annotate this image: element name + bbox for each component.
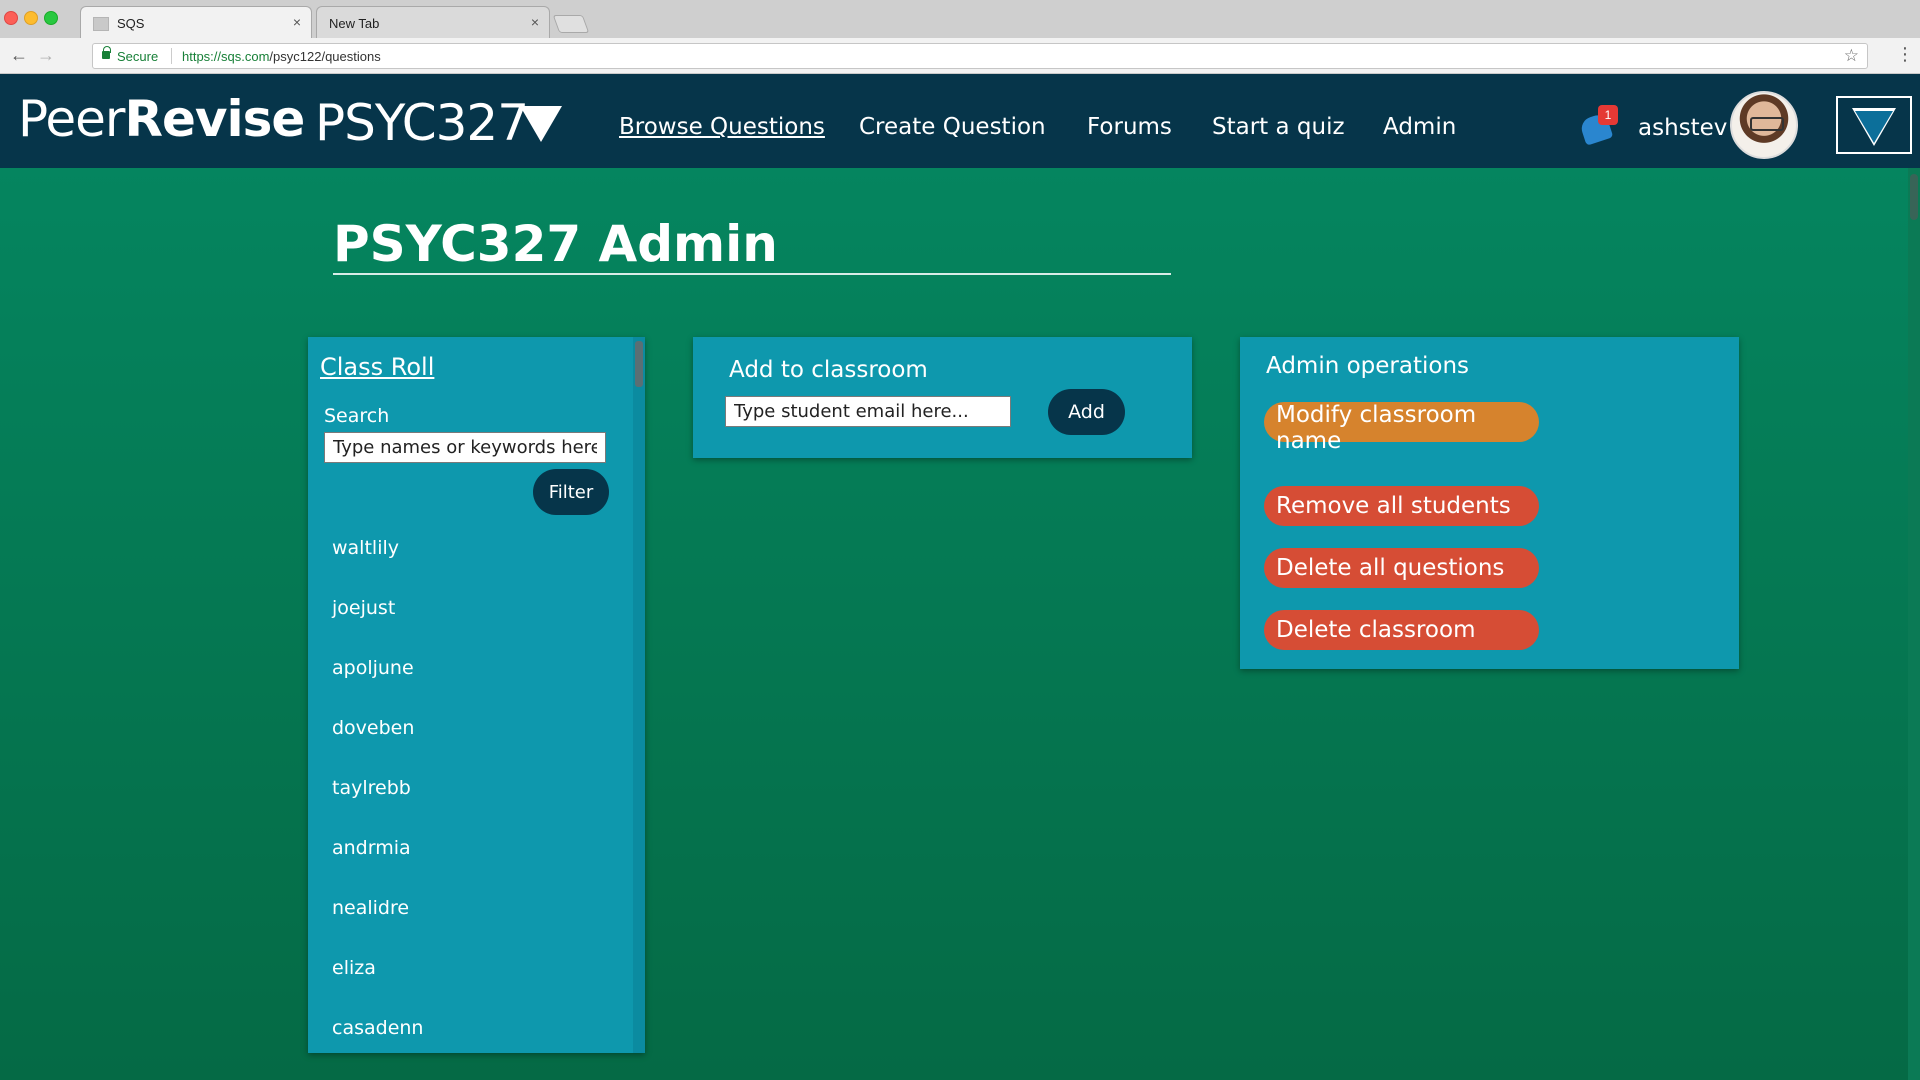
nav-forums[interactable]: Forums (1087, 114, 1172, 140)
url-path: /psyc122/questions (269, 49, 381, 64)
student-item[interactable]: taylrebb (332, 777, 423, 837)
search-input[interactable] (324, 432, 606, 463)
username[interactable]: ashstev (1638, 115, 1727, 141)
student-item[interactable]: eliza (332, 957, 423, 1017)
class-roll-panel: Class Roll Search Filter waltlily joejus… (308, 337, 645, 1053)
course-dropdown-caret-icon[interactable] (520, 106, 562, 142)
delete-all-questions-button[interactable]: Delete all questions (1264, 548, 1539, 588)
course-selector[interactable]: PSYC327 (315, 94, 529, 152)
lock-icon (102, 46, 111, 59)
tab-close-icon[interactable]: × (531, 14, 539, 30)
tab-close-icon[interactable]: × (293, 14, 301, 30)
app-header: PeerRevise PSYC327 Browse Questions Crea… (0, 74, 1920, 168)
brand-logo[interactable]: PeerRevise (18, 90, 305, 148)
student-item[interactable]: apoljune (332, 657, 423, 717)
close-window-button[interactable] (4, 11, 18, 25)
student-item[interactable]: nealidre (332, 897, 423, 957)
title-underline (333, 273, 1171, 275)
browser-toolbar: ← → Secure https://sqs.com/psyc122/quest… (0, 38, 1920, 74)
zoom-window-button[interactable] (44, 11, 58, 25)
forward-arrow-icon[interactable]: → (37, 46, 55, 64)
tab-new-tab[interactable]: New Tab × (316, 6, 550, 38)
brand-part-1: Peer (18, 90, 125, 148)
student-item[interactable]: casadenn (332, 1017, 423, 1053)
new-tab-button[interactable] (552, 15, 590, 33)
secure-label: Secure (117, 49, 159, 64)
browser-chrome: SQS × New Tab × ← → Secure https://sqs.c… (0, 0, 1920, 74)
class-roll-title[interactable]: Class Roll (320, 353, 434, 381)
bookmark-star-icon[interactable]: ☆ (1844, 46, 1859, 66)
modify-classroom-name-button[interactable]: Modify classroom name (1264, 402, 1539, 454)
page-favicon-icon (93, 17, 109, 31)
add-to-classroom-title: Add to classroom (729, 357, 928, 383)
nav-create-question[interactable]: Create Question (859, 114, 1046, 140)
nav-start-quiz[interactable]: Start a quiz (1212, 114, 1345, 140)
admin-operations-panel: Admin operations Modify classroom name R… (1240, 337, 1739, 669)
main-menu-button[interactable] (1836, 96, 1912, 154)
avatar[interactable] (1730, 91, 1798, 159)
add-student-button[interactable]: Add (1048, 389, 1125, 435)
url-divider (171, 48, 172, 64)
search-label: Search (324, 405, 390, 427)
add-to-classroom-panel: Add to classroom Add (693, 337, 1192, 458)
student-item[interactable]: joejust (332, 597, 423, 657)
address-bar[interactable]: Secure https://sqs.com/psyc122/questions… (92, 43, 1868, 69)
nav-browse-questions[interactable]: Browse Questions (619, 114, 825, 140)
notification-badge: 1 (1598, 105, 1618, 125)
tab-strip: SQS × New Tab × (0, 0, 1920, 38)
page-scrollbar[interactable] (1908, 168, 1920, 1080)
remove-all-students-button[interactable]: Remove all students (1264, 486, 1539, 526)
nav-admin[interactable]: Admin (1383, 114, 1456, 140)
filter-button[interactable]: Filter (533, 469, 609, 515)
student-email-input[interactable] (725, 396, 1011, 427)
url-host: https://sqs.com (182, 49, 270, 64)
admin-operations-title: Admin operations (1266, 353, 1470, 379)
back-arrow-icon[interactable]: ← (10, 46, 28, 64)
student-item[interactable]: doveben (332, 717, 423, 777)
page-title: PSYC327 Admin (333, 215, 778, 273)
minimize-window-button[interactable] (24, 11, 38, 25)
tab-title: SQS (117, 16, 145, 31)
delete-classroom-button[interactable]: Delete classroom (1264, 610, 1539, 650)
student-item[interactable]: waltlily (332, 537, 423, 597)
class-roll-scroll-thumb[interactable] (635, 341, 643, 387)
student-item[interactable]: andrmia (332, 837, 423, 897)
brand-part-2: Revise (124, 90, 305, 148)
class-roll-scrollbar[interactable] (633, 337, 645, 1053)
student-list: waltlily joejust apoljune doveben taylre… (332, 537, 423, 1053)
url-text[interactable]: https://sqs.com/psyc122/questions (182, 49, 381, 64)
tab-sqs[interactable]: SQS × (80, 6, 312, 38)
tab-title: New Tab (329, 16, 380, 31)
browser-menu-icon[interactable]: ⋮ (1896, 45, 1914, 63)
page-scroll-thumb[interactable] (1910, 174, 1918, 220)
